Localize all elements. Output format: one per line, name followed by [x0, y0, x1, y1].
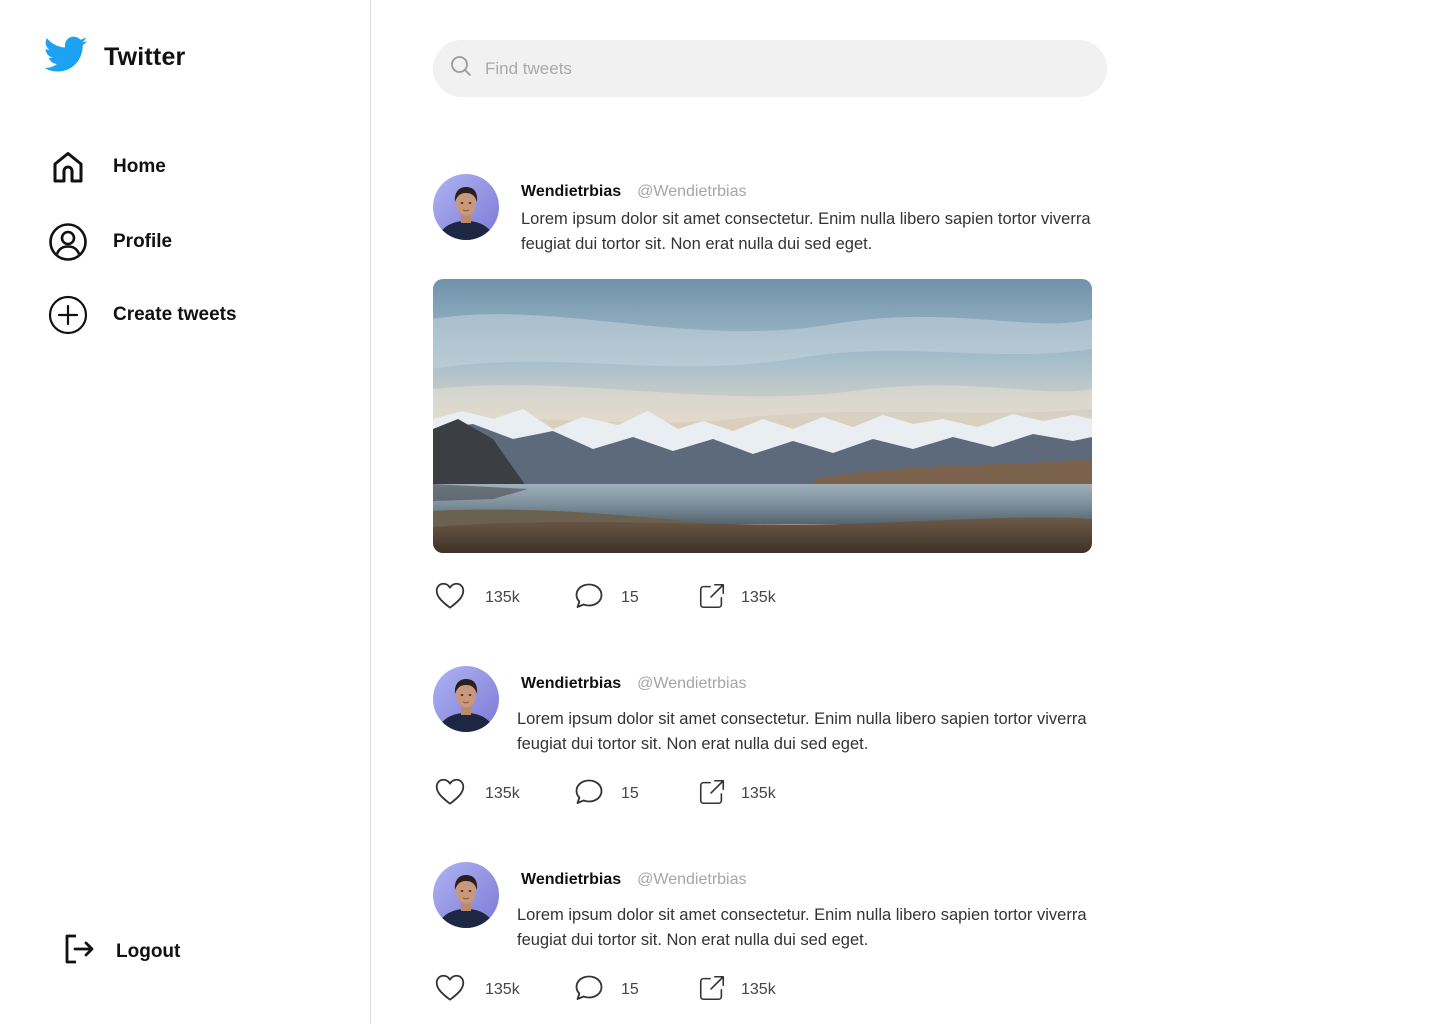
- author-handle[interactable]: @Wendietrbias: [637, 675, 746, 693]
- comment-button[interactable]: 15: [573, 776, 697, 813]
- tweet-header: Wendietrbias @Wendietrbias: [521, 183, 747, 201]
- search-icon: [449, 54, 473, 83]
- tweet-actions: 135k 15 135k: [433, 973, 776, 1007]
- share-button[interactable]: 135k: [697, 973, 776, 1008]
- comment-icon: [573, 972, 605, 1009]
- share-count: 135k: [741, 589, 776, 606]
- like-button[interactable]: 135k: [433, 775, 573, 814]
- share-button[interactable]: 135k: [697, 777, 776, 812]
- tweet-header: Wendietrbias @Wendietrbias: [521, 675, 747, 693]
- heart-icon: [433, 579, 467, 618]
- logout-button[interactable]: Logout: [62, 932, 180, 971]
- share-count: 135k: [741, 785, 776, 802]
- avatar[interactable]: [433, 666, 499, 732]
- brand[interactable]: Twitter: [44, 36, 186, 79]
- share-icon: [697, 581, 727, 616]
- share-count: 135k: [741, 981, 776, 998]
- tweet-text: Lorem ipsum dolor sit amet consectetur. …: [517, 906, 1087, 949]
- user-circle-icon: [48, 222, 88, 262]
- heart-icon: [433, 971, 467, 1010]
- author-handle[interactable]: @Wendietrbias: [637, 183, 746, 201]
- sidebar-item-label: Profile: [113, 231, 173, 252]
- home-icon: [48, 147, 88, 187]
- search-input[interactable]: [485, 58, 1045, 79]
- share-icon: [697, 973, 727, 1008]
- comment-count: 15: [621, 981, 639, 998]
- like-button[interactable]: 135k: [433, 579, 573, 618]
- author-handle[interactable]: @Wendietrbias: [637, 871, 746, 889]
- like-button[interactable]: 135k: [433, 971, 573, 1010]
- logout-icon: [62, 932, 96, 971]
- tweet-image[interactable]: [433, 279, 1092, 553]
- tweet-header: Wendietrbias @Wendietrbias: [521, 871, 747, 889]
- sidebar-item-label: Create tweets: [113, 304, 237, 325]
- author-name[interactable]: Wendietrbias: [521, 183, 621, 201]
- author-name[interactable]: Wendietrbias: [521, 675, 621, 693]
- like-count: 135k: [485, 589, 520, 606]
- sidebar-item-home[interactable]: Home: [48, 147, 166, 187]
- comment-icon: [573, 580, 605, 617]
- sidebar: Twitter Home Profile Create tweets Logou…: [0, 0, 371, 1024]
- like-count: 135k: [485, 785, 520, 802]
- sidebar-item-profile[interactable]: Profile: [48, 222, 172, 262]
- tweet-actions: 135k 15 135k: [433, 777, 776, 811]
- share-icon: [697, 777, 727, 812]
- author-name[interactable]: Wendietrbias: [521, 871, 621, 889]
- comment-button[interactable]: 15: [573, 580, 697, 617]
- comment-button[interactable]: 15: [573, 972, 697, 1009]
- sidebar-item-create-tweets[interactable]: Create tweets: [48, 295, 237, 335]
- search-bar[interactable]: [433, 40, 1107, 97]
- plus-circle-icon: [48, 295, 88, 335]
- tweet-text: Lorem ipsum dolor sit amet consectetur. …: [521, 210, 1091, 253]
- tweet: Wendietrbias @Wendietrbias Lorem ipsum d…: [433, 862, 1113, 1012]
- comment-icon: [573, 776, 605, 813]
- avatar[interactable]: [433, 862, 499, 928]
- sidebar-item-label: Home: [113, 156, 166, 177]
- tweet: Wendietrbias @Wendietrbias Lorem ipsum d…: [433, 666, 1113, 816]
- tweet-text: Lorem ipsum dolor sit amet consectetur. …: [517, 710, 1087, 753]
- comment-count: 15: [621, 785, 639, 802]
- heart-icon: [433, 775, 467, 814]
- avatar[interactable]: [433, 174, 499, 240]
- tweet-actions: 135k 15 135k: [433, 581, 776, 615]
- feed: Wendietrbias @Wendietrbias Lorem ipsum d…: [372, 0, 1440, 1024]
- logout-label: Logout: [116, 940, 181, 962]
- tweet: Wendietrbias @Wendietrbias Lorem ipsum d…: [433, 174, 1113, 634]
- share-button[interactable]: 135k: [697, 581, 776, 616]
- twitter-bird-icon: [44, 36, 88, 79]
- comment-count: 15: [621, 589, 639, 606]
- app-name: Twitter: [104, 43, 186, 71]
- like-count: 135k: [485, 981, 520, 998]
